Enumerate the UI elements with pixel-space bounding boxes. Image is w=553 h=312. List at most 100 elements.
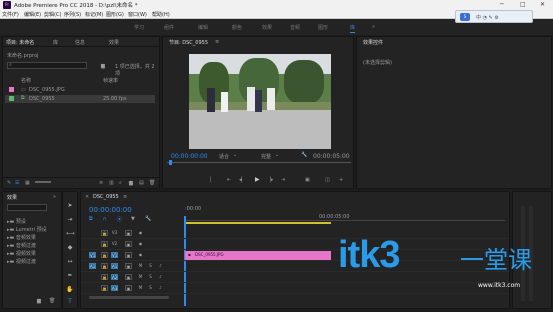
timeline-clip[interactable]: ▪ DSC_0955.JPG [185,251,331,260]
new-bin-icon[interactable]: ▆ [37,298,41,304]
mute-button[interactable]: M [137,285,144,291]
timeline-timecode[interactable]: 00:00:00:00 [89,206,132,214]
track-name[interactable]: V2 [111,241,118,247]
effects-folder[interactable]: ▸▬ 视频效果 [7,250,36,257]
new-item-icon[interactable]: ▤ [139,180,144,186]
workspace-editing[interactable]: 编辑 [198,24,208,31]
go-to-out-icon[interactable]: ⇥ [281,177,285,183]
track-name[interactable]: V1 [111,252,118,258]
tab-effects[interactable]: 效果 [109,39,119,46]
track-name[interactable]: A2 [111,274,118,280]
automate-icon[interactable]: ▥ [109,180,114,186]
menu-help[interactable]: 帮助(H) [152,11,170,18]
lock-icon[interactable]: 🔒 [101,230,108,236]
tab-project[interactable]: 项目: 未命名 [6,39,34,46]
search-input[interactable] [7,62,87,69]
solo-button[interactable]: S [147,285,154,291]
source-patch-v1[interactable]: V1 [89,252,96,258]
menu-clip[interactable]: 剪辑(C) [44,11,61,18]
panel-menu-icon[interactable]: ≡ [215,39,219,45]
find-icon[interactable]: ⌕ [119,180,122,186]
comparison-view-icon[interactable]: ◫ [325,177,330,183]
razor-tool-icon[interactable]: ◆ [66,244,74,252]
add-button-icon[interactable]: + [339,177,343,183]
ripple-edit-tool-icon[interactable]: ⟷ [66,230,75,238]
menu-edit[interactable]: 编辑(E) [24,11,41,18]
effects-folder[interactable]: ▸▬ 视频过渡 [7,258,36,265]
chevron-down-icon[interactable]: ⌄ [233,152,237,158]
track-name[interactable]: A1 [111,263,118,269]
sort-icon[interactable]: ≡ [99,180,103,186]
snap-icon[interactable]: ∩ [103,216,107,222]
eye-icon[interactable]: ◉ [137,252,144,258]
solo-button[interactable]: S [147,274,154,280]
export-frame-icon[interactable]: ▣ [305,177,310,183]
tab-program[interactable]: 节目: DSC_0955 [169,39,208,46]
work-area-bar[interactable] [185,222,331,224]
workspace-learning[interactable]: 学习 [134,24,144,31]
track-name[interactable]: A3 [111,285,118,291]
menu-file[interactable]: 文件(F) [2,11,19,18]
step-forward-icon[interactable]: ▕▸ [267,177,273,183]
horizontal-zoom-scrollbar[interactable] [89,296,169,299]
project-item[interactable]: ▭ DSC_0955.JPG [5,86,155,94]
source-patch-a1[interactable]: A1 [89,263,96,269]
menu-marker[interactable]: 标记(M) [85,11,103,18]
workspace-color[interactable]: 颜色 [232,24,242,31]
menu-window[interactable]: 窗口(W) [128,11,147,18]
mute-button[interactable]: M [137,274,144,280]
sync-lock-icon[interactable]: ▣ [125,252,132,258]
mark-in-icon[interactable]: │ [209,177,212,183]
workspace-effects[interactable]: 效果 [262,24,272,31]
tab-sequence[interactable]: DSC_0955 [93,194,119,200]
lock-icon[interactable]: 🔒 [101,252,108,258]
go-to-in-icon[interactable]: ⇤ [227,177,231,183]
eye-icon[interactable]: ◉ [137,230,144,236]
eye-icon[interactable]: ◉ [137,241,144,247]
mic-icon[interactable]: ♪ [157,274,164,280]
scrub-bar[interactable] [167,162,351,163]
step-back-icon[interactable]: ◂▏ [239,177,245,183]
more-panels-icon[interactable]: » [53,194,56,200]
more-workspaces-icon[interactable]: » [372,24,375,30]
play-icon[interactable]: ▶ [255,176,260,183]
panel-menu-icon[interactable]: ≡ [123,194,127,200]
wrench-icon[interactable]: 🔧 [301,152,307,158]
add-marker-icon[interactable]: ▼ [131,216,135,222]
trash-icon[interactable]: 🗑 [149,180,155,186]
nest-icon[interactable]: ⧉ [89,216,93,222]
type-tool-icon[interactable]: T [66,298,74,306]
icon-view-icon[interactable]: ▦ [25,180,30,186]
playhead-timecode[interactable]: 00:00:00:00 [171,153,208,160]
effects-folder[interactable]: ▸▬ 预设 [7,218,26,225]
sync-lock-icon[interactable]: ▣ [125,230,132,236]
tab-library[interactable]: 库 [53,39,58,46]
tab-info[interactable]: 信息 [75,39,85,46]
workspace-graphics[interactable]: 图形 [318,24,328,31]
fit-dropdown[interactable]: 适合 [219,153,229,160]
hand-tool-icon[interactable]: ✋ [66,286,74,294]
mic-icon[interactable]: ♪ [157,285,164,291]
lock-icon[interactable]: 🔒 [101,263,108,269]
sync-lock-icon[interactable]: ▣ [125,263,132,269]
chevron-down-icon[interactable]: ⌄ [275,152,279,158]
project-item[interactable]: ⧉ DSC_0955 25.00 fps [5,95,155,103]
sync-lock-icon[interactable]: ▣ [125,241,132,247]
pen-tool-icon[interactable]: ✒ [66,272,74,280]
workspace-audio[interactable]: 音频 [290,24,300,31]
mic-icon[interactable]: ♪ [157,263,164,269]
timeline-settings-icon[interactable]: 🔧 [145,216,151,222]
column-fps[interactable]: 帧速率 [103,77,118,84]
mute-button[interactable]: M [137,263,144,269]
tab-effects-panel[interactable]: 效果 [7,194,17,201]
menu-sequence[interactable]: 序列(S) [64,11,81,18]
effects-folder[interactable]: ▸▬ Lumetri 预设 [7,226,47,233]
close-tab-icon[interactable]: ✕ [85,194,89,200]
tab-effect-controls[interactable]: 效果控件 [363,39,383,46]
quality-dropdown[interactable]: 完整 [261,153,271,160]
playhead-marker[interactable] [169,160,172,165]
input-method-toolbar[interactable]: S 中 ◔ ✎ ⚙ [455,10,533,23]
solo-button[interactable]: S [147,263,154,269]
lock-icon[interactable]: 🔒 [101,274,108,280]
column-name[interactable]: 名称 [21,77,31,84]
